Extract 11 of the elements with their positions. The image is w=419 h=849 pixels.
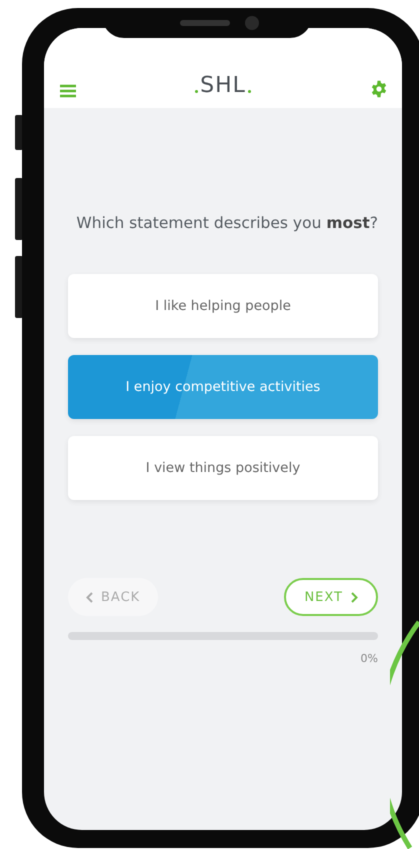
chevron-left-icon — [86, 592, 93, 602]
next-button[interactable]: NEXT — [284, 578, 378, 616]
menu-icon[interactable] — [60, 84, 76, 98]
answer-option[interactable]: I view things positively — [68, 436, 378, 500]
settings-icon[interactable] — [370, 80, 388, 98]
progress-percent: 0% — [360, 652, 378, 665]
logo: SHL — [195, 73, 251, 98]
answer-option[interactable]: I enjoy competitive activities — [68, 355, 378, 419]
chevron-right-icon — [351, 592, 358, 602]
question-text: Which statement describes you most? — [75, 214, 378, 232]
answer-option[interactable]: I like helping people — [68, 274, 378, 338]
